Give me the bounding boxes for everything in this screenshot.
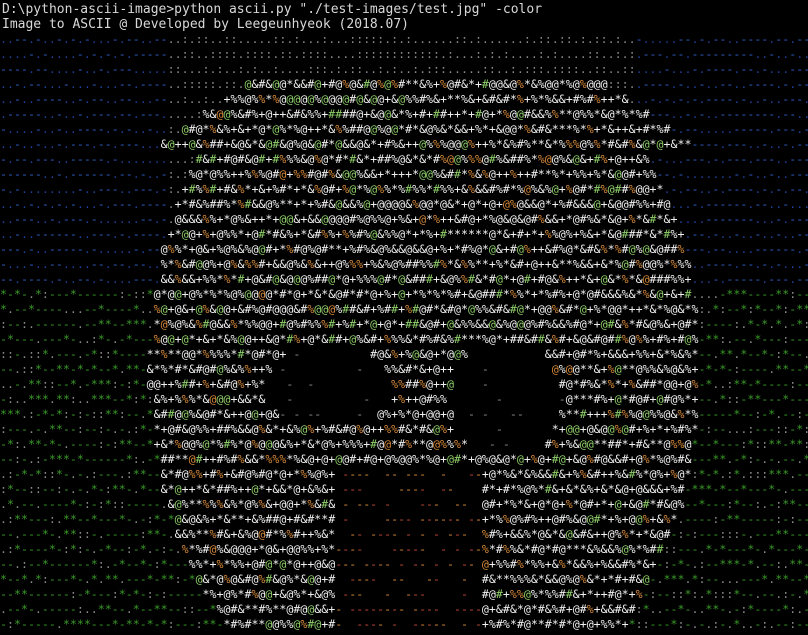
terminal-window[interactable]: D:\python-ascii-image>python ascii.py ".… bbox=[0, 0, 808, 635]
ascii-art-row: .*.--.----*-:-:*::-----.&@%**%%%&%*@%%&+… bbox=[0, 497, 808, 511]
ascii-art-row: *--*.*:---*-.*.**.---*-**:-*@&*@%@&#@%#&… bbox=[0, 572, 808, 586]
ascii-art-row: *.--*----...--*----*..%@+@&+@%&@@+&#%@#@… bbox=[0, 302, 808, 316]
ascii-art-row: ..---..-.---.-......--.-.@&&&%%+*@%&++*+… bbox=[0, 212, 808, 226]
ascii-art-row: -*---.---*-..:*-.-*---%@@+@*+&+*&%@@++&@… bbox=[0, 332, 808, 346]
ascii-art-row: ***.:-*-*:-:-::**:--.*&##@@%&@#*&++@@+@&… bbox=[0, 407, 808, 421]
ascii-art-row: :*--::--:-.-.*-:**-.*--&*@++*&*##%++@*+&… bbox=[0, 482, 808, 496]
ascii-art-row: ..-..------..---.-.----.+*@@+%+@%%*+@#*#… bbox=[0, 227, 808, 241]
ascii-art-row: --.:--*------*:.-*--*-:*---%%*+%*%%+@#@*… bbox=[0, 557, 808, 571]
ascii-art-output: ..--.-..-.-.-...-.--..--..:.::..::.....:… bbox=[0, 32, 808, 635]
ascii-art-row: -:*-----.****---*-**-*-*:---:**-*#%#**@@… bbox=[0, 617, 808, 631]
ascii-art-row: ::-.::*.---.-*::*----**%**@@*%%%%*#*@#*@… bbox=[0, 347, 808, 361]
ascii-art-row: --**------:-*---:*-*-:-:-----*%+@%*#%@@+… bbox=[0, 587, 808, 601]
ascii-art-row: ---.-..-----.-.....-.--@%%*+@&+%@%&%@@#+… bbox=[0, 242, 808, 256]
ascii-art-row: .:*----*-:*:-.-*--:-*.-:-.%*%#@%&@@@+*@&… bbox=[0, 542, 808, 556]
ascii-art-row: ----.--....-..-.---.....::...:.:..:.:..:… bbox=[0, 62, 808, 76]
ascii-art-row: ..-.-.-.-.-...-.---.----.+*#&%##%*%#&&@%… bbox=[0, 197, 808, 211]
ascii-art-row: -:..***.**:..***--*:*:&%+%%%*&@@@+&&*& -… bbox=[0, 392, 808, 406]
command-line: D:\python-ascii-image>python ascii.py ".… bbox=[2, 2, 543, 17]
ascii-art-row: ....-.-....-.-.-.-.-----..::..::::.::::.… bbox=[0, 47, 808, 61]
ascii-art-row: ..-..-..-.---.--.---...&@++@&%##+&@&*&@#… bbox=[0, 137, 808, 151]
ascii-art-row: -....-..-..----.-.-..-..:.@#@*%&%+&+*@*@… bbox=[0, 122, 808, 136]
ascii-art-row: .:**---:.**--*---*-.-:*-*@&@&%+*&**+&%##… bbox=[0, 512, 808, 526]
ascii-art-row: ..--.-..-.-.-...-.--..--..:.::..::.....:… bbox=[0, 32, 808, 46]
ascii-art-row: ..-.--...-...-...--.----..:::::.::.@&#&@… bbox=[0, 77, 808, 91]
ascii-art-row: :---.-.**--:--:-.-.:*-*+@#&@%%+##%&&@%&*… bbox=[0, 422, 808, 436]
ascii-art-row: -...-..--....--.--.--..%*%&#@@%+@%&%%#+&… bbox=[0, 257, 808, 271]
ascii-art-row: .--*-.-----:..**--.*--**--::--*%@#&**#%*… bbox=[0, 602, 808, 616]
ascii-art-row: -*:.**-*-.----:-:**--*+&*%@@%@*%#%*@%@@@… bbox=[0, 437, 808, 451]
ascii-art-row: -.--.---..-----.-..........:#&#+#@#&@#+#… bbox=[0, 152, 808, 166]
ascii-art-row: .-----..-..-.---.--.---.....:%&@@%&#%+@+… bbox=[0, 107, 808, 121]
ascii-art-row: ..-..----..-.--..--...--..:..:..+%%@%%*%… bbox=[0, 92, 808, 106]
ascii-art-row: --.::*--**-*-*--*.**-&*%*#*&#@#@%&%%++% … bbox=[0, 362, 808, 376]
ascii-art-row: --:-.:-***-*------*:.-*##**@#++#%#%&&*%%… bbox=[0, 452, 808, 466]
ascii-art-row: -.-........-..---..---.-:.+#%%#+#&%*+&+%… bbox=[0, 182, 808, 196]
ascii-art-row: *-*-.*:---*------:-::*@*@@+@%*%*%@%@@@@*… bbox=[0, 287, 808, 301]
ascii-art-row: :--:.------.--**--***.*@%@%&%#@&&%*%%@@+… bbox=[0, 317, 808, 331]
ascii-art-row: ..-.**::--*.-***:-:*-@@++%##+%+&#@%+%* -… bbox=[0, 377, 808, 391]
ascii-art-row: .:-*-*::*-.-.:---.:**--&*#@%%+#%+&#@%#@*… bbox=[0, 467, 808, 481]
ascii-art-row: --.----.-..--.-....---.&&%&&+%%*%*#+@&#@… bbox=[0, 272, 808, 286]
ascii-art-row: --.---*-.**::-.-----:**-.&&%**%#&+&%@@#*… bbox=[0, 527, 808, 541]
program-banner: Image to ASCII @ Developed by Leegeunhye… bbox=[2, 17, 409, 32]
ascii-art-row: ------..-.------.--.-..-:.:%@*@%%++%%%@#… bbox=[0, 167, 808, 181]
